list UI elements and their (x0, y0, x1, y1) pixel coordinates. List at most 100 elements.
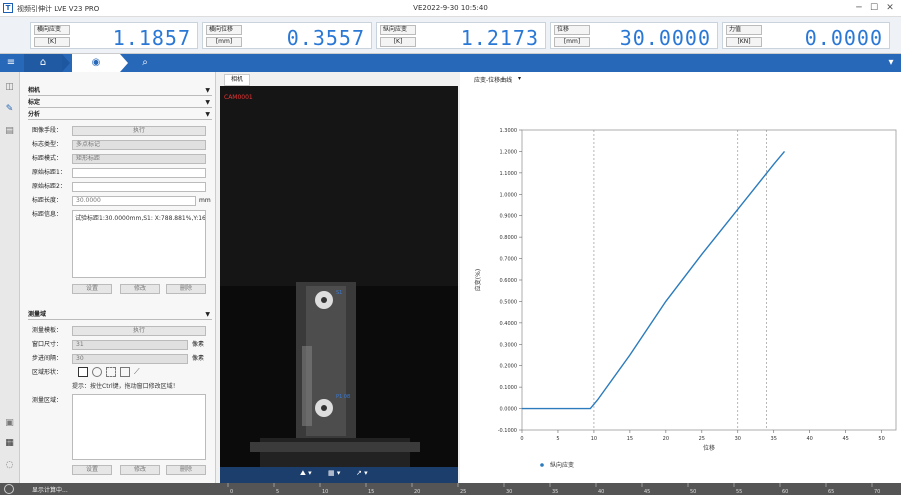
settings-icon[interactable]: ◌ (4, 460, 15, 471)
tab-camera[interactable]: 相机 (224, 74, 251, 86)
section-label: 分析 (28, 111, 41, 118)
breadcrumb-arrow-icon (120, 54, 128, 72)
image-icon[interactable]: ▦ (4, 438, 15, 449)
reading-displacement: 位移 [mm] 30.0000 (550, 22, 718, 50)
search-tab-icon[interactable]: ⌕ (130, 54, 160, 72)
gauge-mode-select[interactable]: 矩形标距 (72, 154, 206, 164)
document-icon[interactable]: ▤ (4, 126, 15, 137)
reading-unit: [mm] (554, 37, 590, 47)
gauge1-input[interactable] (72, 168, 206, 178)
arrow-tool-icon[interactable]: ↗ ▾ (356, 469, 368, 477)
chevron-down-icon: ▼ (205, 87, 210, 94)
image-tool-icon[interactable]: ⛰ ▾ (300, 469, 312, 478)
breadcrumb-arrow-icon (62, 54, 70, 72)
status-icon (4, 484, 14, 494)
section-measure[interactable]: 测量域 ▼ (28, 310, 212, 320)
field-label: 图像手段： (32, 127, 63, 134)
measure-area-textarea[interactable] (72, 394, 206, 460)
reading-value: 1.1857 (112, 26, 191, 50)
field-label: 测量模板： (32, 327, 63, 334)
reading-label[interactable]: 力值 (726, 25, 762, 35)
measure-template-button[interactable]: 执行 (72, 326, 206, 336)
chart-selector[interactable]: 应变-位移曲线 (474, 75, 512, 84)
field-label: 原始标距1： (32, 169, 66, 176)
reading-label[interactable]: 横向应变 (34, 25, 70, 35)
chevron-down-icon[interactable]: ▾ (518, 75, 521, 82)
strain-chart: -0.1000 0.0000 0.1000 0.2000 0.3000 0.4000 0.5… (474, 128, 897, 469)
grid-tool-icon[interactable]: ▦ ▾ (328, 469, 340, 477)
ruler-tick-label: 50 (690, 489, 696, 495)
reading-unit: [KN] (726, 37, 762, 47)
mark-label: S1 (336, 290, 343, 296)
modify-button[interactable]: 修改 (120, 465, 160, 475)
ruler-tick-label: 15 (368, 489, 374, 495)
reading-label[interactable]: 纵向应变 (380, 25, 416, 35)
x-tick-label: 10 (591, 436, 597, 442)
x-tick-label: 45 (842, 436, 848, 442)
reading-transverse-displacement: 横向位移 [mm] 0.3557 (202, 22, 372, 50)
title-bar: T 视频引伸计 LVE V23 PRO VE2022-9-30 10:5:40 … (0, 0, 901, 17)
plot-frame (521, 129, 897, 431)
menu-icon[interactable]: ≡ (2, 54, 20, 72)
window-size-stepper[interactable]: 31 (72, 340, 188, 350)
field-label: 测量区域： (32, 397, 63, 404)
legend-label: 纵向应变 (550, 461, 574, 469)
polygon-shape-icon[interactable] (106, 367, 116, 377)
minimize-button[interactable]: ─ (852, 2, 866, 14)
ruler-tick-label: 30 (506, 489, 512, 495)
modify-button[interactable]: 修改 (120, 284, 160, 294)
x-tick-label: 50 (878, 436, 884, 442)
unit-label: 像素 (192, 355, 205, 362)
delete-button[interactable]: 删除 (166, 465, 206, 475)
edit-icon[interactable]: ✎ (4, 104, 15, 115)
y-tick-label: -0.1000 (498, 428, 517, 434)
step-interval-stepper[interactable]: 30 (72, 354, 188, 364)
timeline-ruler[interactable]: 0 5 10 15 20 25 30 35 40 45 50 55 60 65 70 (218, 483, 898, 495)
gauge-length-input[interactable]: 30.0000 (72, 196, 196, 206)
chart-panel: 应变-位移曲线 ▾ -0.1000 0.0000 0.1000 0.2000 0.300… (460, 72, 901, 483)
camera-view-icon[interactable]: ◫ (4, 82, 15, 93)
section-analysis[interactable]: 分析 ▼ (28, 110, 212, 120)
ruler-tick-label: 10 (322, 489, 328, 495)
camera-tab-icon[interactable]: ◉ (72, 54, 120, 72)
reading-label[interactable]: 位移 (554, 25, 590, 35)
grid-shape-icon[interactable] (120, 367, 130, 377)
toolbar-dropdown-icon[interactable]: ▾ (883, 54, 899, 72)
unit-label: mm (199, 197, 211, 204)
circle-shape-icon[interactable] (92, 367, 102, 377)
delete-button[interactable]: 删除 (166, 284, 206, 294)
close-button[interactable]: ✕ (883, 2, 897, 14)
mark-type-select[interactable]: 多点标记 (72, 140, 206, 150)
camera-overlay-text: CAM0001 (224, 94, 253, 101)
section-camera[interactable]: 相机 ▼ (28, 86, 212, 96)
x-tick-label: 40 (807, 436, 813, 442)
section-calibration[interactable]: 标定 ▼ (28, 98, 212, 108)
set-button[interactable]: 设置 (72, 284, 112, 294)
y-tick-label: 0.9000 (500, 214, 518, 220)
field-label: 标志类型： (32, 141, 63, 148)
image-means-button[interactable]: 执行 (72, 126, 206, 136)
ruler-tick-label: 25 (460, 489, 466, 495)
maximize-button[interactable]: ☐ (867, 2, 881, 14)
y-axis-label: 应变(%) (474, 269, 482, 291)
gauge2-input[interactable] (72, 182, 206, 192)
ruler-tick-label: 35 (552, 489, 558, 495)
mark-label: P1 08 (336, 394, 351, 400)
layout-icon[interactable]: ▣ (4, 418, 15, 429)
readings-strip: 横向应变 [K] 1.1857 横向位移 [mm] 0.3557 纵向应变 [K… (0, 17, 901, 54)
bottom-status-bar: 显示计算中... 0 5 10 15 20 25 30 35 40 45 50 55 60 65 70 (0, 483, 901, 495)
y-tick-label: 0.4000 (500, 321, 518, 327)
rect-shape-icon[interactable] (78, 367, 88, 377)
reading-label[interactable]: 横向位移 (206, 25, 242, 35)
camera-view[interactable]: 相机 CAM0001 S1 P1 08 ⛰ ▾ ▦ ▾ ↗ ▾ (220, 72, 458, 483)
reading-value: 1.2173 (460, 26, 539, 50)
home-tab-icon[interactable]: ⌂ (24, 54, 62, 72)
set-button[interactable]: 设置 (72, 465, 112, 475)
field-label: 标距模式： (32, 155, 63, 162)
gauge-info-textarea[interactable]: 试验标距1:30.0000mm,S1: X:788.881%,Y:166 (72, 210, 206, 278)
ruler-tick-label: 65 (828, 489, 834, 495)
x-tick-label: 20 (663, 436, 669, 442)
y-tick-label: 1.0000 (500, 192, 518, 198)
y-tick-label: 0.6000 (500, 278, 518, 284)
line-shape-icon[interactable]: ⟋ (134, 367, 144, 377)
